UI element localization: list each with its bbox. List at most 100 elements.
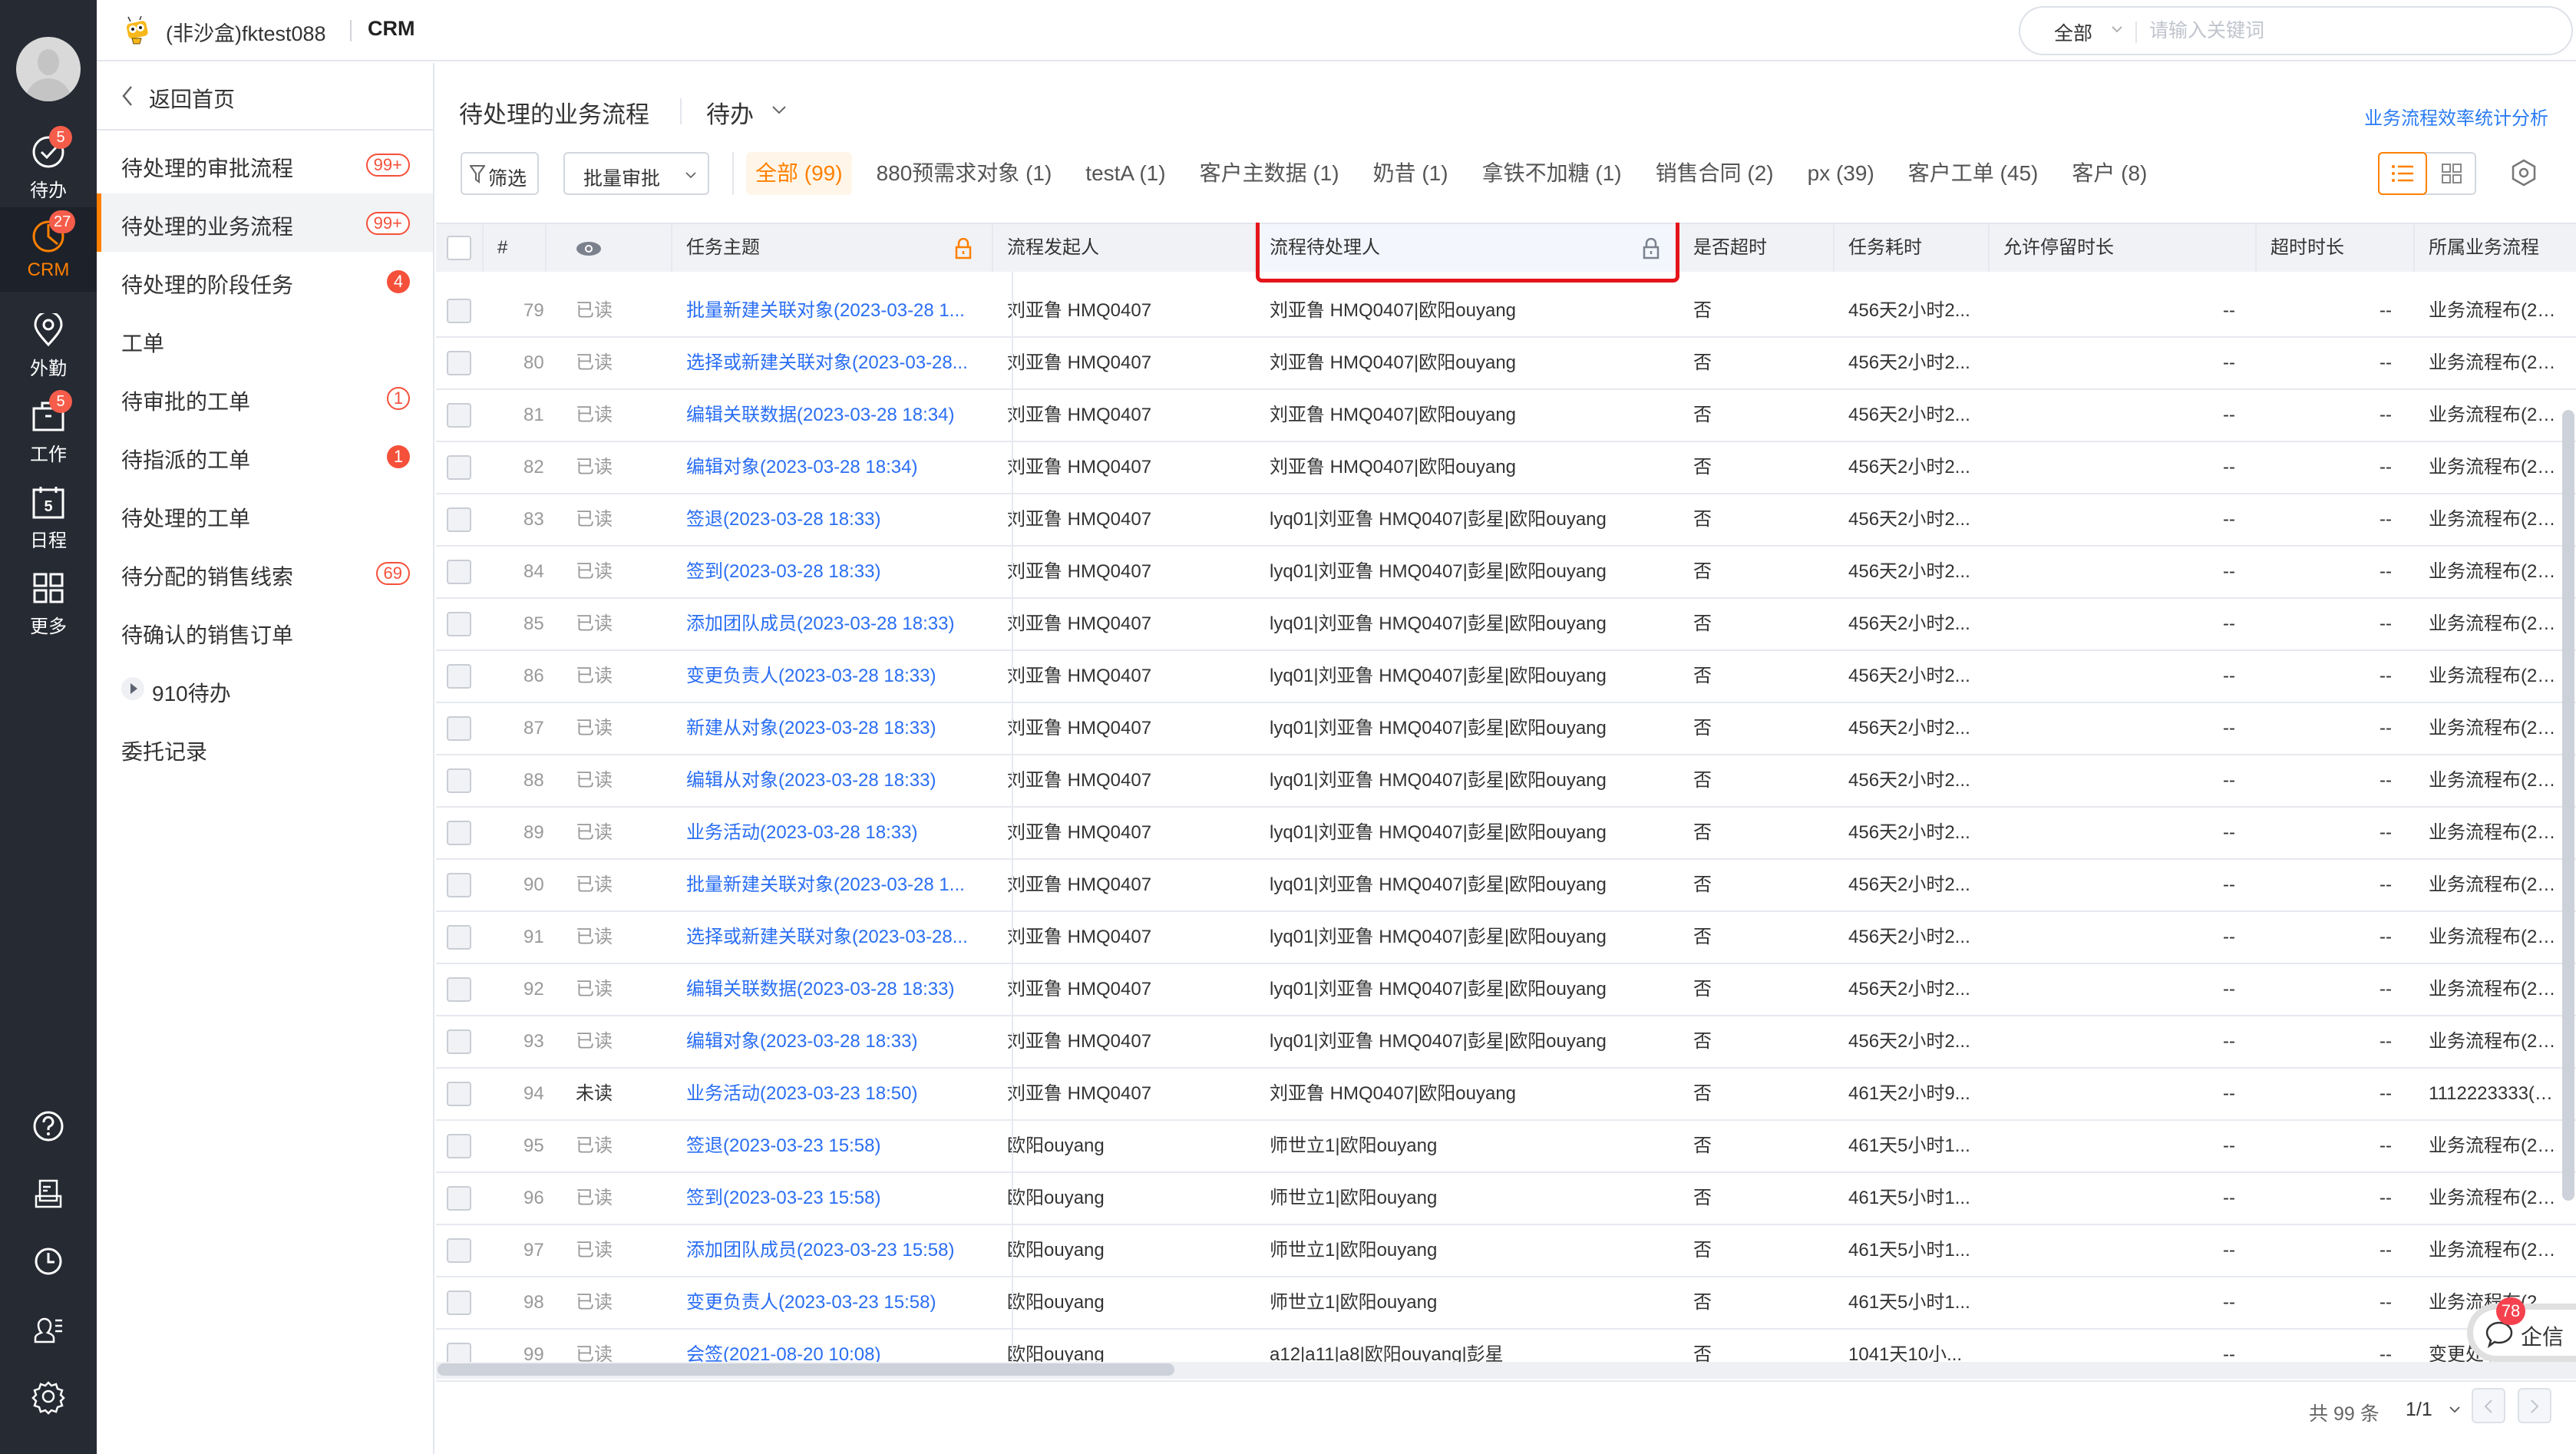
row-checkbox[interactable]	[447, 507, 471, 532]
row-checkbox[interactable]	[447, 925, 471, 950]
table-row[interactable]: 81 已读 编辑关联数据(2023-03-28 18:34) 刘亚鲁 HMQ0407 刘…	[436, 390, 2576, 442]
table-row[interactable]: 82 已读 编辑对象(2023-03-28 18:34) 刘亚鲁 HMQ0407 刘亚鲁…	[436, 442, 2576, 494]
row-checkbox[interactable]	[447, 560, 471, 584]
sidebar-item-work-orders[interactable]: 工单	[97, 310, 433, 368]
table-row[interactable]: 91 已读 选择或新建关联对象(2023-03-28... 刘亚鲁 HMQ0407 ly…	[436, 912, 2576, 964]
view-select[interactable]: 待办	[706, 95, 754, 130]
lock-icon[interactable]	[955, 238, 972, 259]
table-row[interactable]: 93 已读 编辑对象(2023-03-28 18:33) 刘亚鲁 HMQ0407 lyq…	[436, 1016, 2576, 1069]
row-checkbox[interactable]	[447, 716, 471, 741]
rail-item-work[interactable]: 5 工作	[0, 387, 97, 471]
task-subject-link[interactable]: 变更负责人(2023-03-23 15:58)	[686, 1277, 993, 1328]
row-checkbox[interactable]	[447, 1290, 471, 1315]
header-elapsed[interactable]: 任务耗时	[1835, 224, 1990, 272]
task-subject-link[interactable]: 添加团队成员(2023-03-23 15:58)	[686, 1225, 993, 1276]
user-avatar[interactable]	[16, 37, 81, 101]
task-subject-link[interactable]: 添加团队成员(2023-03-28 18:33)	[686, 599, 993, 649]
row-checkbox[interactable]	[447, 612, 471, 636]
settings-icon[interactable]	[29, 1377, 68, 1416]
table-row[interactable]: 95 已读 签退(2023-03-23 15:58) 欧阳ouyang 师世立1|欧阳o…	[436, 1121, 2576, 1173]
task-subject-link[interactable]: 选择或新建关联对象(2023-03-28...	[686, 338, 993, 388]
task-subject-link[interactable]: 业务活动(2023-03-23 18:50)	[686, 1069, 993, 1119]
header-overtime[interactable]: 超时时长	[2257, 224, 2415, 272]
back-home-link[interactable]: 返回首页	[97, 63, 434, 131]
filter-button[interactable]: 筛选	[461, 152, 539, 195]
row-checkbox[interactable]	[447, 403, 471, 428]
lock-icon[interactable]	[1643, 238, 1660, 259]
table-row[interactable]: 80 已读 选择或新建关联对象(2023-03-28... 刘亚鲁 HMQ0407 刘亚…	[436, 338, 2576, 390]
row-checkbox[interactable]	[447, 1186, 471, 1211]
hexagon-settings-icon[interactable]	[2510, 158, 2538, 187]
tab-px[interactable]: px (39)	[1798, 152, 1884, 195]
inbox-icon[interactable]	[29, 1175, 68, 1213]
task-subject-link[interactable]: 选择或新建关联对象(2023-03-28...	[686, 912, 993, 963]
row-checkbox[interactable]	[447, 768, 471, 793]
tab-880-object[interactable]: 880预需求对象 (1)	[867, 152, 1062, 195]
task-subject-link[interactable]: 编辑对象(2023-03-28 18:34)	[686, 442, 993, 493]
tab-testa[interactable]: testA (1)	[1076, 152, 1174, 195]
row-checkbox[interactable]	[447, 1134, 471, 1158]
rail-item-more[interactable]: 更多	[0, 559, 97, 643]
rail-item-field[interactable]: 外勤	[0, 301, 97, 385]
task-subject-link[interactable]: 签到(2023-03-28 18:33)	[686, 547, 993, 597]
table-row[interactable]: 89 已读 业务活动(2023-03-28 18:33) 刘亚鲁 HMQ0407 lyq…	[436, 808, 2576, 860]
row-checkbox[interactable]	[447, 821, 471, 845]
sidebar-item-pending-approval-orders[interactable]: 待审批的工单 1	[97, 368, 433, 427]
table-row[interactable]: 86 已读 变更负责人(2023-03-28 18:33) 刘亚鲁 HMQ0407 ly…	[436, 651, 2576, 703]
task-subject-link[interactable]: 变更负责人(2023-03-28 18:33)	[686, 651, 993, 702]
rail-item-todo[interactable]: 5 待办	[0, 123, 97, 207]
table-row[interactable]: 79 已读 批量新建关联对象(2023-03-28 1... 刘亚鲁 HMQ0407 刘…	[436, 286, 2576, 338]
tab-all[interactable]: 全部 (99)	[746, 152, 852, 195]
vertical-scrollbar[interactable]	[2562, 410, 2574, 1201]
table-row[interactable]: 83 已读 签退(2023-03-28 18:33) 刘亚鲁 HMQ0407 lyq01…	[436, 494, 2576, 547]
help-icon[interactable]	[29, 1107, 68, 1145]
task-subject-link[interactable]: 签退(2023-03-23 15:58)	[686, 1121, 993, 1171]
expand-arrow-icon[interactable]	[121, 677, 144, 700]
sidebar-item-delegation[interactable]: 委托记录	[97, 719, 433, 777]
contacts-icon[interactable]	[29, 1310, 68, 1348]
tab-latte[interactable]: 拿铁不加糖 (1)	[1473, 152, 1631, 195]
next-page-button[interactable]	[2518, 1388, 2551, 1423]
task-subject-link[interactable]: 批量新建关联对象(2023-03-28 1...	[686, 860, 993, 910]
table-row[interactable]: 97 已读 添加团队成员(2023-03-23 15:58) 欧阳ouyang 师世立1…	[436, 1225, 2576, 1277]
sidebar-group-910[interactable]: 910待办	[97, 660, 433, 719]
header-assignee[interactable]: 流程待处理人	[1256, 224, 1679, 272]
table-row[interactable]: 85 已读 添加团队成员(2023-03-28 18:33) 刘亚鲁 HMQ0407 l…	[436, 599, 2576, 651]
search-scope-select[interactable]: 全部	[2054, 18, 2092, 46]
sidebar-item-pending-assign-orders[interactable]: 待指派的工单 1	[97, 427, 433, 485]
task-subject-link[interactable]: 编辑对象(2023-03-28 18:33)	[686, 1016, 993, 1067]
header-initiator[interactable]: 流程发起人	[993, 224, 1256, 272]
tab-milkshake[interactable]: 奶昔 (1)	[1364, 152, 1458, 195]
row-checkbox[interactable]	[447, 455, 471, 480]
page-select[interactable]: 1/1	[2406, 1399, 2432, 1421]
task-subject-link[interactable]: 签退(2023-03-28 18:33)	[686, 494, 993, 545]
clock-icon[interactable]	[29, 1242, 68, 1281]
row-checkbox[interactable]	[447, 351, 471, 375]
qixin-chat-button[interactable]: 78 企信	[2467, 1297, 2576, 1362]
task-subject-link[interactable]: 编辑从对象(2023-03-28 18:33)	[686, 755, 993, 806]
header-overdue[interactable]: 是否超时	[1679, 224, 1835, 272]
task-subject-link[interactable]: 批量新建关联对象(2023-03-28 1...	[686, 286, 993, 336]
header-subject[interactable]: 任务主题	[672, 224, 993, 272]
header-process[interactable]: 所属业务流程	[2415, 224, 2576, 272]
table-row[interactable]: 96 已读 签到(2023-03-23 15:58) 欧阳ouyang 师世立1|欧阳o…	[436, 1173, 2576, 1225]
batch-approve-button[interactable]: 批量审批	[563, 152, 709, 195]
row-checkbox[interactable]	[447, 1238, 471, 1263]
tab-customer-master[interactable]: 客户主数据 (1)	[1191, 152, 1349, 195]
stats-analysis-link[interactable]: 业务流程效率统计分析	[2364, 103, 2548, 130]
table-row[interactable]: 87 已读 新建从对象(2023-03-28 18:33) 刘亚鲁 HMQ0407 ly…	[436, 703, 2576, 755]
tab-customer[interactable]: 客户 (8)	[2062, 152, 2156, 195]
row-checkbox[interactable]	[447, 977, 471, 1002]
sidebar-item-pending-process-orders[interactable]: 待处理的工单	[97, 485, 433, 544]
list-view-icon[interactable]	[2390, 163, 2415, 184]
task-subject-link[interactable]: 编辑关联数据(2023-03-28 18:34)	[686, 390, 993, 441]
table-row[interactable]: 94 未读 业务活动(2023-03-23 18:50) 刘亚鲁 HMQ0407 刘亚鲁…	[436, 1069, 2576, 1121]
header-allowed-duration[interactable]: 允许停留时长	[1990, 224, 2257, 272]
table-row[interactable]: 84 已读 签到(2023-03-28 18:33) 刘亚鲁 HMQ0407 lyq01…	[436, 547, 2576, 599]
sidebar-item-sales-orders[interactable]: 待确认的销售订单	[97, 602, 433, 660]
task-subject-link[interactable]: 业务活动(2023-03-28 18:33)	[686, 808, 993, 858]
rail-item-schedule[interactable]: 5 日程	[0, 473, 97, 557]
chevron-down-icon[interactable]	[771, 101, 788, 118]
tab-customer-ticket[interactable]: 客户工单 (45)	[1899, 152, 2048, 195]
chevron-down-icon[interactable]	[2449, 1403, 2461, 1416]
